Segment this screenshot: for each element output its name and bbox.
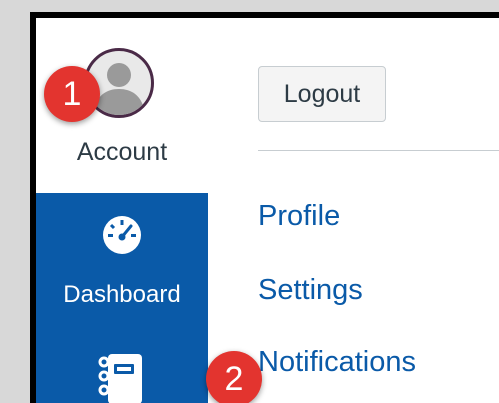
profile-link[interactable]: Profile <box>258 200 340 233</box>
account-tray-panel: Account Dashboard Logout Profile Setting… <box>36 18 499 403</box>
notebook-icon[interactable] <box>92 348 152 403</box>
tray-divider <box>258 150 499 151</box>
settings-link[interactable]: Settings <box>258 274 363 307</box>
notifications-link[interactable]: Notifications <box>258 346 416 379</box>
nav-dashboard[interactable]: Dashboard <box>36 281 208 309</box>
global-nav: Dashboard <box>36 193 208 403</box>
account-label: Account <box>76 138 168 166</box>
callout-badge-1: 1 <box>44 66 100 122</box>
logout-button[interactable]: Logout <box>258 66 386 122</box>
speedometer-icon <box>102 215 142 255</box>
callout-badge-2: 2 <box>206 351 262 403</box>
